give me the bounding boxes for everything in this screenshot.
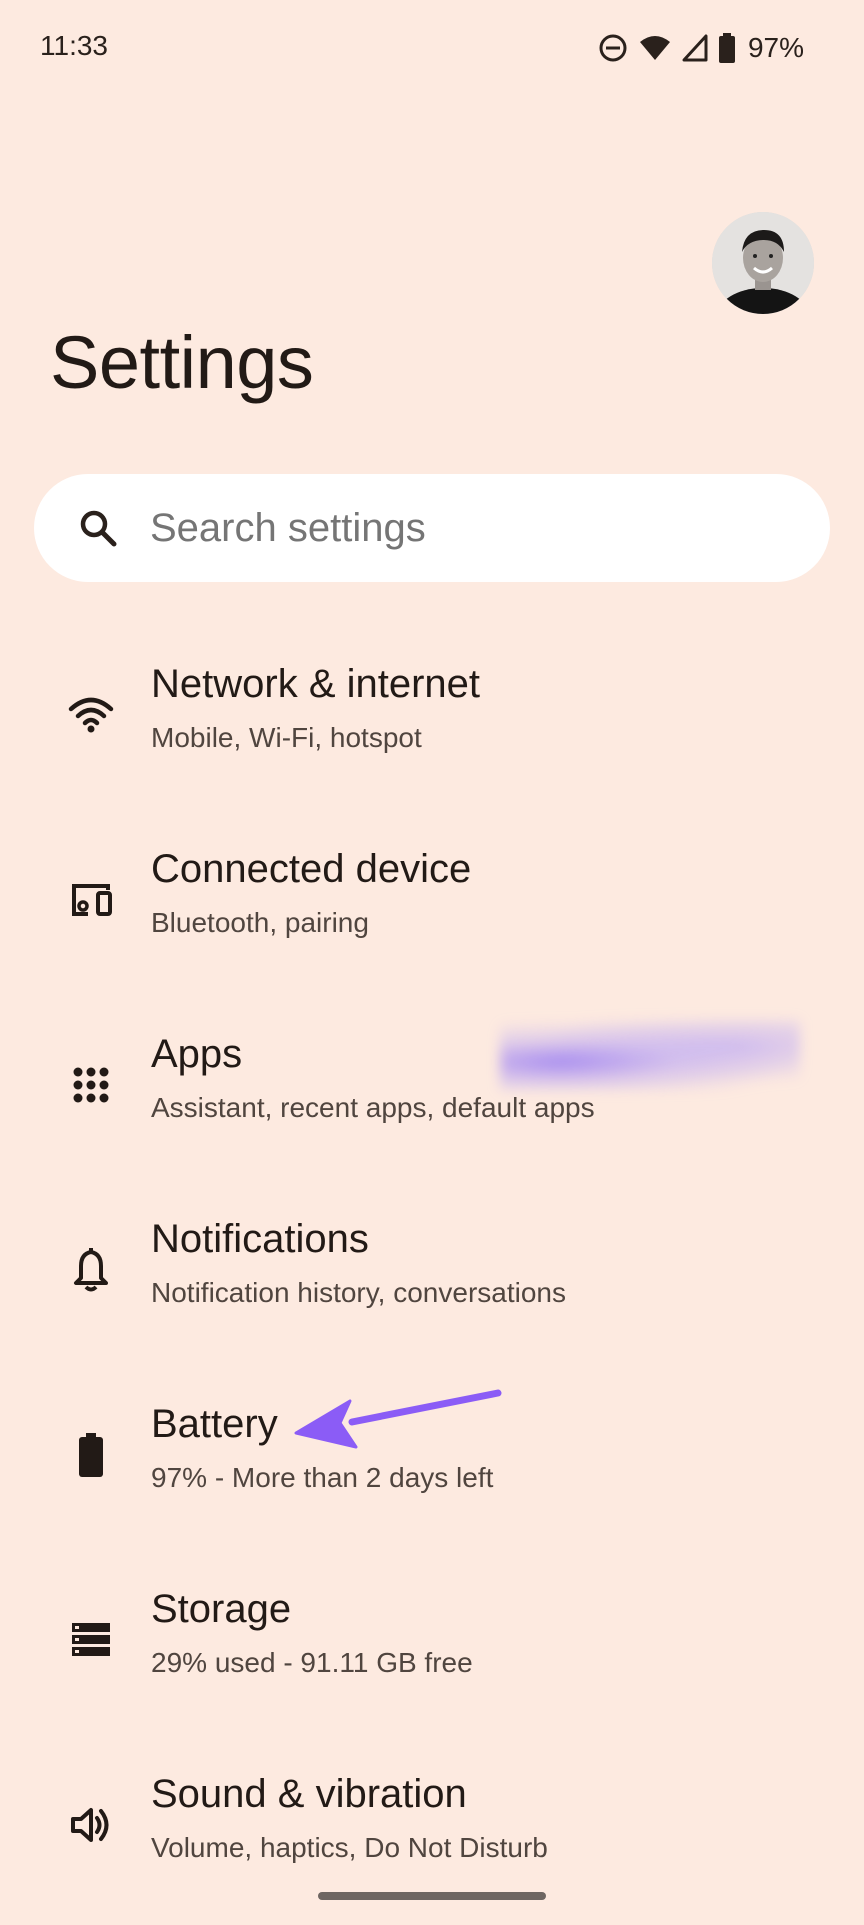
settings-item-subtitle: Volume, haptics, Do Not Disturb: [151, 1832, 548, 1863]
settings-item-title: Notifications: [151, 1217, 369, 1261]
settings-list: Network & internet Mobile, Wi-Fi, hotspo…: [0, 630, 864, 1925]
settings-item-network[interactable]: Network & internet Mobile, Wi-Fi, hotspo…: [0, 630, 864, 815]
battery-icon: [718, 33, 736, 63]
cell-signal-icon: [682, 34, 708, 62]
status-battery-percent: 97%: [747, 32, 804, 63]
search-input[interactable]: [148, 504, 752, 552]
apps-grid-icon: [62, 1056, 120, 1114]
status-bar: 11:33 97%: [0, 0, 864, 96]
storage-icon: [62, 1611, 120, 1669]
settings-item-storage[interactable]: Storage 29% used - 91.11 GB free: [0, 1555, 864, 1740]
status-time: 11:33: [40, 30, 108, 61]
status-icons: 97%: [598, 28, 804, 68]
gesture-nav-handle[interactable]: [318, 1892, 546, 1900]
devices-icon: [62, 871, 120, 929]
settings-item-connected-devices[interactable]: Connected device Bluetooth, pairing: [0, 815, 864, 1090]
settings-item-subtitle: Mobile, Wi-Fi, hotspot: [151, 722, 422, 753]
settings-item-apps[interactable]: Apps Assistant, recent apps, default app…: [0, 1000, 864, 1185]
search-icon: [78, 506, 122, 550]
wifi-icon: [62, 686, 120, 744]
settings-item-title: Storage: [151, 1587, 292, 1631]
settings-item-title: Network & internet: [151, 662, 481, 706]
settings-item-subtitle: Notification history, conversations: [151, 1277, 566, 1308]
settings-item-title: Sound & vibration: [151, 1772, 467, 1816]
battery-icon: [62, 1426, 120, 1484]
wifi-icon: [638, 34, 672, 62]
profile-photo-icon: [712, 212, 814, 314]
settings-item-title: Apps: [151, 1032, 243, 1076]
speaker-icon: [62, 1796, 120, 1854]
settings-item-subtitle: Bluetooth, pairing: [151, 907, 369, 938]
avatar[interactable]: [712, 212, 814, 314]
do-not-disturb-icon: [598, 33, 628, 63]
page-title: Settings: [50, 321, 314, 404]
search-bar[interactable]: [34, 474, 830, 582]
bell-icon: [62, 1241, 120, 1299]
settings-item-subtitle: Assistant, recent apps, default apps: [151, 1092, 595, 1123]
settings-item-title: Connected device: [151, 847, 472, 891]
settings-item-subtitle: 29% used - 91.11 GB free: [151, 1647, 473, 1678]
settings-item-notifications[interactable]: Notifications Notification history, conv…: [0, 1185, 864, 1370]
annotation-arrow-icon: [294, 1389, 502, 1449]
settings-item-title: Battery: [151, 1402, 278, 1446]
settings-item-subtitle: 97% - More than 2 days left: [151, 1462, 494, 1493]
